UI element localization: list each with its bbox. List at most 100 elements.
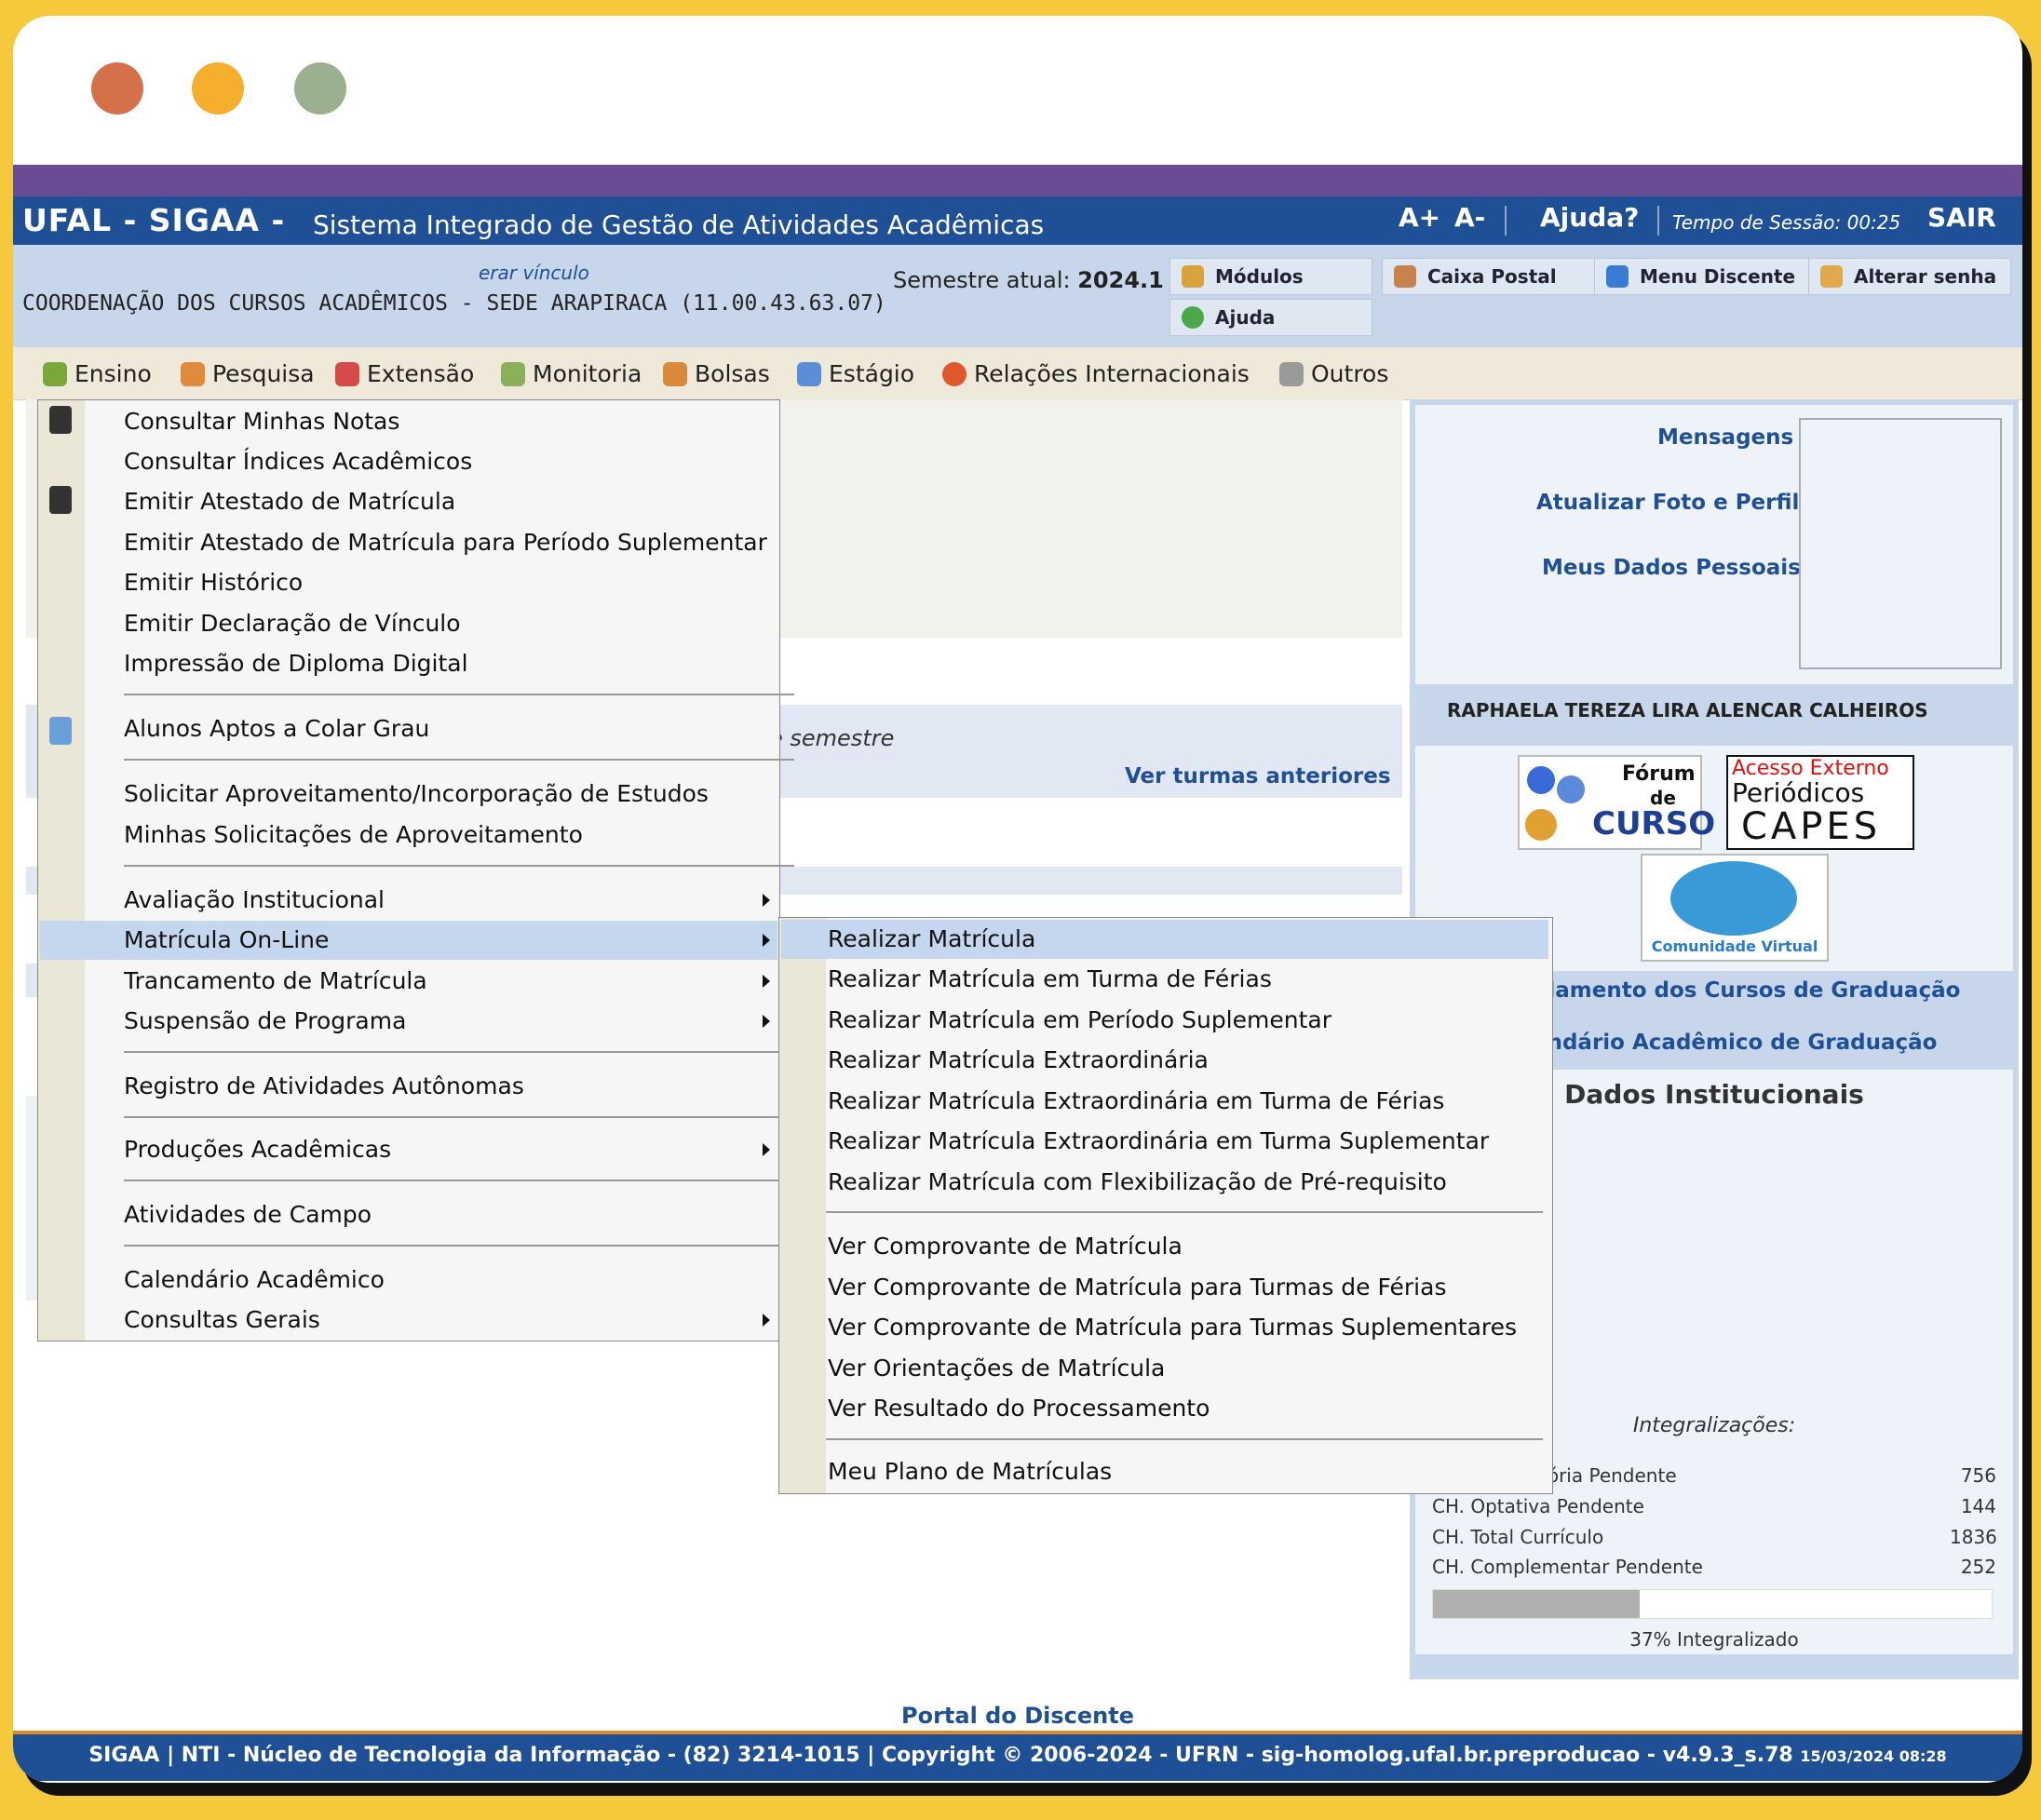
mailbox-icon: [1394, 265, 1416, 288]
submenu-arrow-icon: [763, 975, 770, 988]
ver-turmas-anteriores-link[interactable]: Ver turmas anteriores: [1125, 764, 1391, 789]
menu-item-diploma[interactable]: Impressão de Diploma Digital: [85, 644, 777, 683]
submenu-arrow-icon: [763, 1015, 770, 1028]
portal-discente-link[interactable]: Portal do Discente: [13, 1703, 2022, 1729]
help-link[interactable]: Ajuda?: [1540, 202, 1639, 233]
menu-bolsas[interactable]: Bolsas: [663, 360, 770, 387]
menu-item-atividades-autonomas[interactable]: Registro de Atividades Autônomas: [85, 1067, 777, 1106]
periodicos-capes-banner[interactable]: Acesso Externo Periódicos CAPES: [1726, 755, 1914, 850]
comunidade-virtual-banner[interactable]: Comunidade Virtual: [1641, 854, 1829, 962]
menu-item-avaliacao[interactable]: Avaliação Institucional: [85, 881, 777, 920]
menu-item-aptos-colar-grau[interactable]: Alunos Aptos a Colar Grau: [85, 709, 777, 748]
submenu-item-extra-ferias[interactable]: Realizar Matrícula Extraordinária em Tur…: [781, 1082, 1548, 1121]
change-password-button[interactable]: Alterar senha: [1808, 258, 2011, 295]
close-dot[interactable]: [91, 62, 143, 115]
submenu-item-flexibilizacao[interactable]: Realizar Matrícula com Flexibilização de…: [781, 1163, 1548, 1202]
submenu-item-ferias[interactable]: Realizar Matrícula em Turma de Férias: [781, 960, 1548, 999]
integ-row-label: CH. Optativa Pendente: [1432, 1495, 1644, 1517]
submenu-arrow-icon: [763, 894, 770, 907]
pdf-icon: [49, 406, 72, 434]
menu-item-consultas-gerais[interactable]: Consultas Gerais: [85, 1301, 777, 1340]
integ-row-value: 252: [1960, 1556, 1996, 1578]
menu-ensino[interactable]: Ensino: [43, 360, 152, 387]
menu-separator: [124, 1245, 794, 1247]
menu-item-suspensao[interactable]: Suspensão de Programa: [85, 1002, 777, 1041]
forum-label: Fórum: [1622, 762, 1696, 786]
atualizar-foto-link[interactable]: Atualizar Foto e Perfil: [1536, 491, 1799, 515]
forum-de-curso-banner[interactable]: Fórum de CURSO: [1518, 755, 1715, 850]
caixa-postal-button[interactable]: Caixa Postal: [1382, 258, 1598, 295]
ensino-dropdown: Consultar Minhas Notas Consultar Índices…: [37, 399, 794, 1341]
menu-item-matricula-online[interactable]: Matrícula On-Line: [40, 921, 777, 960]
menu-item-consultar-notas[interactable]: Consultar Minhas Notas: [85, 402, 777, 441]
book-icon: [43, 361, 67, 386]
menu-separator: [826, 1211, 1543, 1213]
ajuda-button[interactable]: Ajuda: [1169, 299, 1372, 336]
progress-label: 37% Integralizado: [1629, 1628, 1799, 1651]
submenu-item-extraordinaria[interactable]: Realizar Matrícula Extraordinária: [781, 1041, 1548, 1080]
menu-separator: [124, 865, 794, 867]
integ-row-value: 144: [1960, 1495, 1996, 1517]
minimize-dot[interactable]: [192, 62, 244, 115]
menu-item-minhas-solicitacoes[interactable]: Minhas Solicitações de Aproveitamento: [85, 816, 777, 855]
submenu-item-suplementar[interactable]: Realizar Matrícula em Período Suplementa…: [781, 1001, 1548, 1040]
forum-label: CURSO: [1592, 805, 1716, 843]
calendario-link[interactable]: endário Acadêmico de Graduação: [1533, 1031, 1937, 1055]
meus-dados-link[interactable]: Meus Dados Pessoais: [1542, 556, 1801, 580]
footer: SIGAA | NTI - Núcleo de Tecnologia da In…: [13, 1731, 2022, 1781]
integ-row-value: 756: [1960, 1464, 1996, 1487]
window-frame: UFAL - SIGAA - Sistema Integrado de Gest…: [13, 16, 2022, 1783]
menu-item-solicitar-aproveitamento[interactable]: Solicitar Aproveitamento/Incorporação de…: [85, 775, 777, 814]
menu-item-trancamento[interactable]: Trancamento de Matrícula: [85, 962, 777, 1001]
modulos-button[interactable]: Módulos: [1169, 258, 1372, 295]
menu-pesquisa[interactable]: Pesquisa: [181, 360, 315, 387]
semester-value: 2024.1: [1077, 267, 1164, 293]
profile-photo: [1799, 418, 2002, 669]
menu-item-atividades-campo[interactable]: Atividades de Campo: [85, 1195, 777, 1234]
globe-icon: [942, 361, 966, 386]
submenu-item-extra-suplementar[interactable]: Realizar Matrícula Extraordinária em Tur…: [781, 1122, 1548, 1161]
menu-discente-button[interactable]: Menu Discente: [1594, 258, 1810, 295]
submenu-arrow-icon: [763, 1314, 770, 1327]
font-decrease-button[interactable]: A-: [1454, 202, 1485, 233]
divider: [1657, 206, 1659, 236]
logout-button[interactable]: SAIR: [1927, 202, 1996, 233]
integ-row-label: CH. Total Currículo: [1432, 1526, 1604, 1548]
menu-item-declaracao[interactable]: Emitir Declaração de Vínculo: [85, 604, 777, 643]
session-timer: Tempo de Sessão: 00:25: [1672, 211, 1901, 234]
font-increase-button[interactable]: A+: [1399, 202, 1440, 233]
submenu-item-comprovante-suplementares[interactable]: Ver Comprovante de Matrícula para Turmas…: [781, 1308, 1548, 1347]
menu-item-indices[interactable]: Consultar Índices Acadêmicos: [85, 442, 777, 481]
submenu-item-resultado[interactable]: Ver Resultado do Processamento: [781, 1389, 1548, 1428]
briefcase-icon: [797, 361, 821, 386]
submenu-item-orientacoes[interactable]: Ver Orientações de Matrícula: [781, 1349, 1548, 1388]
menu-item-historico[interactable]: Emitir Histórico: [85, 563, 777, 602]
exclamation-icon: [1557, 775, 1585, 803]
menu-item-calendario[interactable]: Calendário Acadêmico: [85, 1261, 777, 1300]
menu-item-atestado[interactable]: Emitir Atestado de Matrícula: [85, 482, 777, 521]
maximize-dot[interactable]: [294, 62, 346, 115]
integ-row-label: CH. Complementar Pendente: [1432, 1556, 1703, 1578]
change-link-link[interactable]: erar vínculo: [479, 262, 589, 284]
menu-monitoria[interactable]: Monitoria: [501, 360, 642, 387]
menu-separator: [124, 759, 794, 761]
regulamento-link[interactable]: ulamento dos Cursos de Graduação: [1533, 978, 1960, 1003]
menu-relacoes-internacionais[interactable]: Relações Internacionais: [942, 360, 1250, 387]
calendar-icon: [49, 717, 72, 745]
community-label: Comunidade Virtual: [1651, 937, 1818, 955]
submenu-item-plano[interactable]: Meu Plano de Matrículas: [781, 1452, 1548, 1491]
menu-icon: [1606, 265, 1629, 288]
progress-bar: [1432, 1589, 1993, 1619]
menu-extensao[interactable]: Extensão: [335, 360, 474, 387]
mensagens-link[interactable]: Mensagens: [1657, 425, 1793, 450]
footer-date: 15/03/2024 08:28: [1800, 1747, 1947, 1765]
menu-outros[interactable]: Outros: [1279, 360, 1388, 387]
monitor-icon: [501, 361, 525, 386]
submenu-item-realizar-matricula[interactable]: Realizar Matrícula: [781, 920, 1548, 959]
menu-estagio[interactable]: Estágio: [797, 360, 914, 387]
submenu-item-comprovante-ferias[interactable]: Ver Comprovante de Matrícula para Turmas…: [781, 1268, 1548, 1307]
menu-item-atestado-suplementar[interactable]: Emitir Atestado de Matrícula para Períod…: [85, 523, 777, 562]
app-subtitle: Sistema Integrado de Gestão de Atividade…: [313, 209, 1045, 240]
menu-item-producoes[interactable]: Produções Acadêmicas: [85, 1130, 777, 1169]
submenu-item-comprovante[interactable]: Ver Comprovante de Matrícula: [781, 1227, 1548, 1266]
